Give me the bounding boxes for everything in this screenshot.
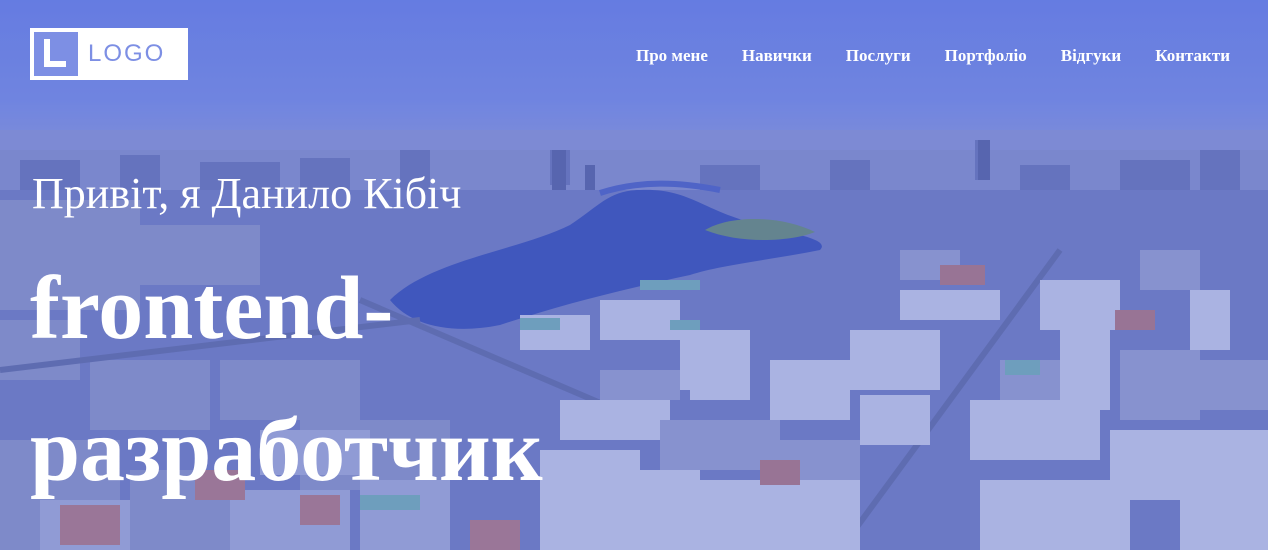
nav-link-portfolio[interactable]: Портфоліо (945, 46, 1027, 66)
hero-title-line-2: разработчик (30, 401, 543, 500)
logo-text: LOGO (88, 40, 166, 67)
nav-link-about[interactable]: Про мене (636, 46, 708, 66)
hero-title-line-1: frontend- (30, 259, 394, 358)
main-nav: Про мене Навички Послуги Портфоліо Відгу… (636, 46, 1230, 66)
logo-l-mark-icon (34, 32, 78, 76)
logo[interactable]: LOGO (30, 28, 188, 80)
nav-link-skills[interactable]: Навички (742, 46, 812, 66)
nav-link-reviews[interactable]: Відгуки (1061, 46, 1121, 66)
hero-greeting: Привіт, я Данило Кібіч (32, 169, 462, 218)
nav-link-contacts[interactable]: Контакти (1155, 46, 1230, 66)
nav-link-services[interactable]: Послуги (846, 46, 911, 66)
hero-title: frontend- разработчик (30, 238, 543, 522)
